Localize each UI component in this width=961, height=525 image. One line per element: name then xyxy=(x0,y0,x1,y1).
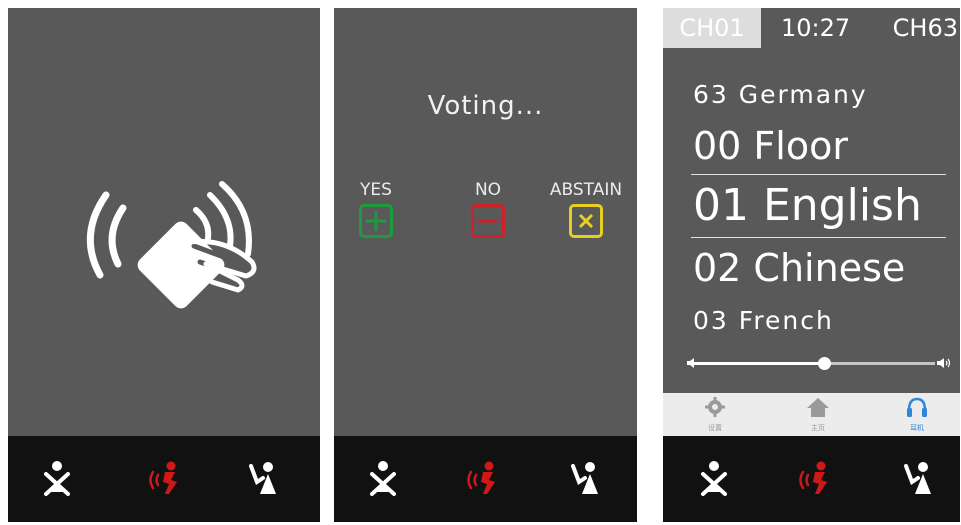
vote-abstain-button[interactable] xyxy=(569,204,603,238)
tab-settings-label: 设置 xyxy=(708,424,722,432)
volume-slider-fill xyxy=(693,362,824,365)
headphones-icon xyxy=(907,397,927,417)
channel-screen: CH01 10:27 CH63 63 Germany 00 Floor 01 E… xyxy=(663,8,960,522)
hand-raise-icon[interactable] xyxy=(248,460,282,496)
vote-yes-label: YES xyxy=(360,180,392,200)
card-reader-screen xyxy=(8,8,320,522)
gear-icon xyxy=(705,397,725,417)
tab-settings[interactable]: 设置 xyxy=(695,396,735,433)
volume-high-icon xyxy=(937,358,951,368)
voting-title: Voting... xyxy=(427,91,544,121)
disabled-person-icon[interactable] xyxy=(40,460,74,496)
bottom-bar xyxy=(663,436,960,522)
vote-no-button[interactable] xyxy=(471,204,505,238)
bottom-bar xyxy=(334,436,637,522)
vote-yes-button[interactable] xyxy=(359,204,393,238)
disabled-person-icon[interactable] xyxy=(366,460,400,496)
tab-home-label: 主页 xyxy=(811,424,825,432)
speech-request-icon[interactable] xyxy=(465,460,499,496)
vote-abstain-label: ABSTAIN xyxy=(549,180,623,200)
tab-headphones-label: 耳机 xyxy=(910,424,924,432)
clock-time: 10:27 xyxy=(781,14,851,42)
nfc-card-tap-icon xyxy=(86,181,257,309)
x-icon xyxy=(578,213,594,229)
volume-slider[interactable] xyxy=(693,357,935,370)
voting-screen: Voting... YES NO ABSTAIN xyxy=(334,8,637,522)
vote-option-yes[interactable]: YES xyxy=(356,180,396,238)
bottom-tab-bar: 设置 主页 耳机 xyxy=(663,393,960,436)
bottom-bar xyxy=(8,436,320,522)
speech-request-icon[interactable] xyxy=(147,460,181,496)
hand-raise-icon[interactable] xyxy=(570,460,604,496)
hand-raise-icon[interactable] xyxy=(903,460,937,496)
selection-divider-top xyxy=(691,174,946,175)
tab-home[interactable]: 主页 xyxy=(798,396,838,433)
language-item-selected[interactable]: 01 English xyxy=(693,180,922,231)
vote-option-no[interactable]: NO xyxy=(466,180,510,238)
channel-header: CH01 10:27 CH63 xyxy=(663,8,960,48)
home-icon xyxy=(807,398,829,417)
language-item[interactable]: 03 French xyxy=(693,306,834,335)
language-item[interactable]: 02 Chinese xyxy=(693,246,905,290)
active-channel-tab[interactable]: CH01 xyxy=(663,8,761,48)
vote-no-label: NO xyxy=(474,180,502,200)
plus-icon xyxy=(366,211,386,231)
disabled-person-icon[interactable] xyxy=(697,460,731,496)
vote-option-abstain[interactable]: ABSTAIN xyxy=(538,180,634,238)
selection-divider-bottom xyxy=(691,237,946,238)
speech-request-icon[interactable] xyxy=(797,460,831,496)
minus-icon xyxy=(478,219,498,223)
current-channel: CH63 xyxy=(892,14,958,42)
volume-slider-handle[interactable] xyxy=(817,357,831,370)
tab-headphones[interactable]: 耳机 xyxy=(897,396,937,433)
language-item[interactable]: 00 Floor xyxy=(693,124,848,168)
language-item[interactable]: 63 Germany xyxy=(693,80,868,109)
